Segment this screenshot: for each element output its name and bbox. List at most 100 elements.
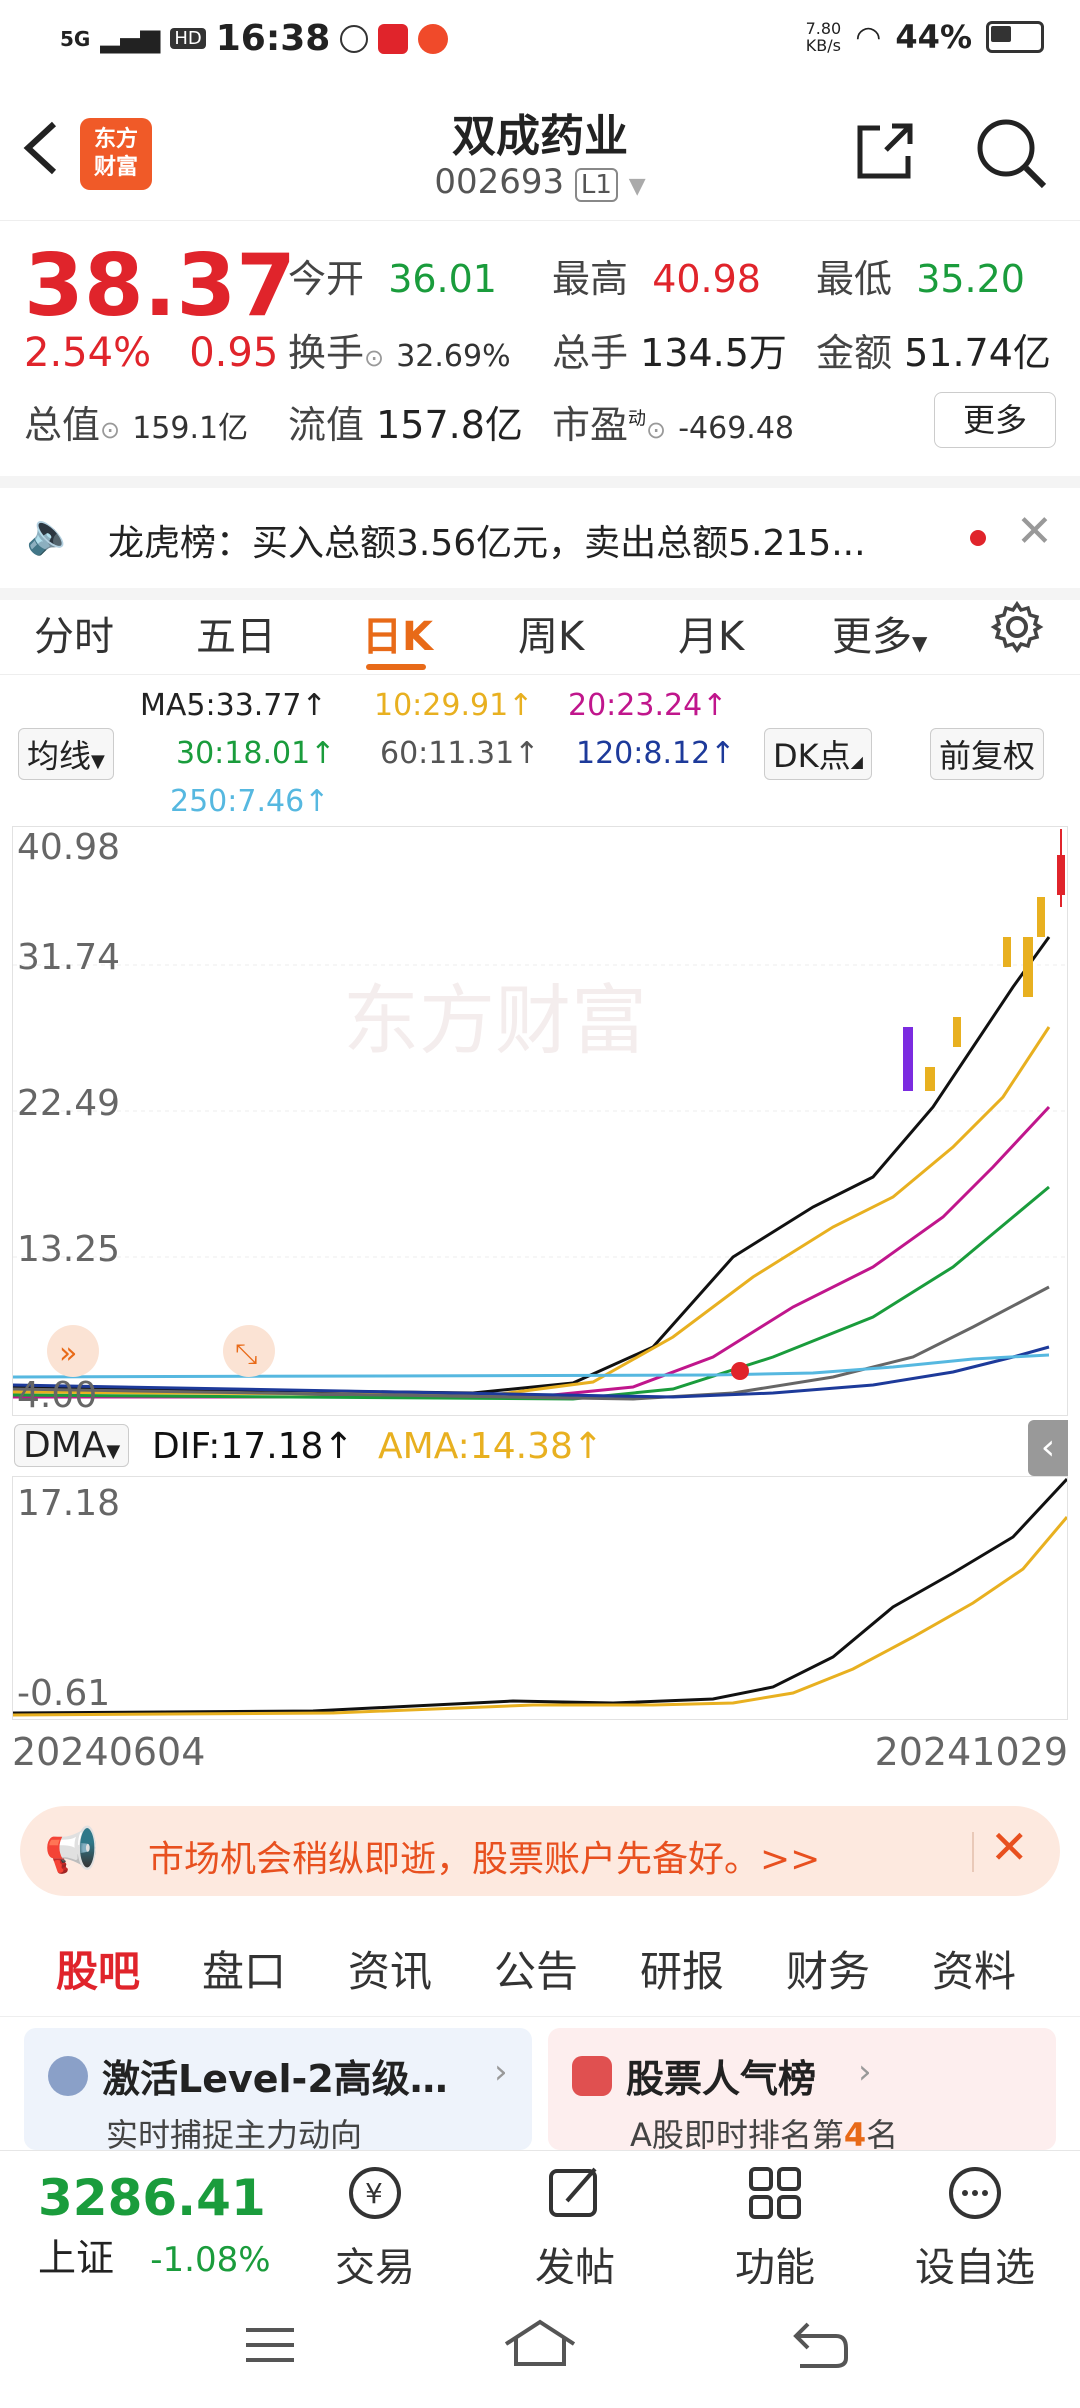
volume-field: 总手 134.5万 [552,331,787,375]
share-icon [857,123,913,179]
dma-axis-max: 17.18 [17,1483,121,1524]
tab-daily-k[interactable]: 日K [362,604,433,662]
gear-icon [990,600,1044,654]
back-nav-icon[interactable] [790,2320,850,2370]
adjust-selector[interactable]: 前复权 [930,728,1045,780]
promo-text: 市场机会稍纵即逝，股票账户先备好。>> [148,1839,821,1880]
promo-banner[interactable]: 📢 市场机会稍纵即逝，股票账户先备好。>> ✕ [20,1806,1060,1896]
change-percent: 2.54% [24,330,152,376]
chart-watermark: 东方财富 [343,976,647,1065]
tab-five-day[interactable]: 五日 [196,604,276,662]
change-value: 0.95 [189,330,279,376]
ma120-value: 120:8.12↑ [576,736,736,771]
unread-dot [970,530,986,546]
indicator-legend: DMA▼ DIF:17.18↑ AMA:14.38↑ ‹ [12,1420,1068,1476]
level2-icon [48,2056,88,2096]
kline-canvas: 东方财富 » ⤡ [13,829,1067,1401]
speaker-icon: 🔈 [26,511,76,557]
clock: 16:38 [215,18,331,59]
y-axis-label: 13.25 [17,1229,121,1270]
menu-icon[interactable] [240,2320,300,2370]
market-cap-field: 总值⊙ 159.1亿 [24,403,249,447]
ma-legend: MA5:33.77↑ 10:29.91↑ 20:23.24↑ 均线▼ 30:18… [0,684,1080,824]
level2-card[interactable]: 激活Level-2高级… › 实时捕捉主力动向 [24,2028,532,2154]
news-text: 龙虎榜：买入总额3.56亿元，卖出总额5.215... [108,523,866,564]
divider [972,1832,974,1872]
close-icon[interactable]: ✕ [1016,506,1053,557]
pe-field: 市盈动⊙ -469.48 [552,403,795,447]
tab-research[interactable]: 研报 [640,1938,724,1999]
ma10-value: 10:29.91↑ [374,688,534,723]
popularity-card[interactable]: 股票人气榜 › A股即时排名第4名 [548,2028,1056,2154]
megaphone-icon: 📢 [44,1825,99,1876]
candlesticks [731,829,1065,1380]
home-icon[interactable] [502,2316,578,2372]
open-field: 今开 36.01 [288,257,497,301]
info-icon: ⊙ [100,416,121,444]
signal-icon: ▂▄▆ [100,23,161,54]
corner-arrow-icon: ◢ [850,752,863,771]
tab-financials[interactable]: 财务 [786,1938,870,1999]
nav-post[interactable]: 发帖 [500,2161,650,2293]
ranking-icon [572,2056,612,2096]
network-type: 5G [60,26,91,51]
wifi-icon: ◠ [855,19,882,55]
amount-field: 金额 51.74亿 [816,331,1051,375]
tab-news[interactable]: 资讯 [348,1938,432,1999]
tab-announcements[interactable]: 公告 [494,1938,578,1999]
popularity-title: 股票人气榜 [626,2057,817,2101]
tab-profile[interactable]: 资料 [932,1938,1016,1999]
ma5-value: MA5:33.77↑ [140,688,327,723]
search-button[interactable] [974,116,1047,189]
index-quote[interactable]: 3286.41 上证 -1.08% [38,2169,298,2282]
dma-chart[interactable]: 17.18 -0.61 [12,1476,1068,1720]
zoom-controls[interactable]: » ⤡ [47,1325,275,1377]
dif-line [13,1477,1067,1715]
ama-value: AMA:14.38↑ [378,1426,604,1467]
kline-chart[interactable]: 东方财富 » ⤡ 40.98 31.74 22.49 13.25 4.00 [12,826,1068,1416]
chart-settings-button[interactable] [990,600,1044,664]
nav-trade[interactable]: ¥ 交易 [300,2161,450,2293]
close-icon[interactable]: ✕ [990,1820,1029,1874]
nav-add-watchlist[interactable]: 设自选 [900,2161,1050,2293]
svg-text:⤡: ⤡ [235,1337,257,1370]
content-tabs: 股吧 盘口 资讯 公告 研报 财务 资料 [0,1916,1080,2017]
tab-pankou[interactable]: 盘口 [202,1938,286,1999]
ma60-value: 60:11.31↑ [380,736,540,771]
dk-point-toggle[interactable]: DK点◢ [764,728,872,780]
float-cap-field: 流值 157.8亿 [288,403,523,447]
end-date: 20241029 [874,1730,1068,1774]
svg-text:¥: ¥ [365,2177,383,2210]
index-value: 3286.41 [38,2169,266,2227]
tab-intraday[interactable]: 分时 [34,604,114,662]
info-icon: ⊙ [646,416,667,444]
last-price: 38.37 [24,236,297,336]
nav-functions[interactable]: 功能 [700,2161,850,2293]
tab-guba[interactable]: 股吧 [56,1938,140,1999]
tab-more[interactable]: 更多▼ [832,604,927,662]
info-icon: ⊙ [364,344,385,372]
promo-cards: 激活Level-2高级… › 实时捕捉主力动向 股票人气榜 › A股即时排名第4… [0,2020,1080,2154]
y-axis-label: 31.74 [17,937,121,978]
hd-badge: HD [170,28,206,49]
chart-period-tabs: 分时 五日 日K 周K 月K 更多▼ [0,588,1080,675]
dma-canvas [13,1477,1067,1717]
indicator-selector[interactable]: DMA▼ [14,1424,130,1467]
stock-code: 002693 [434,162,565,202]
trade-icon: ¥ [349,2167,401,2219]
share-button[interactable] [850,116,920,186]
news-ticker[interactable]: 🔈 龙虎榜：买入总额3.56亿元，卖出总额5.215... ✕ [0,476,1080,600]
level2-title: 激活Level-2高级… [102,2057,448,2101]
y-axis-label-min: 4.00 [17,1375,98,1416]
bottom-nav: 3286.41 上证 -1.08% ¥ 交易 发帖 功能 设自选 [0,2150,1080,2291]
more-quote-button[interactable]: 更多 [934,392,1056,448]
caret-down-icon: ▼ [91,751,105,772]
battery-percent: 44% [895,18,972,56]
ma-type-selector[interactable]: 均线▼ [18,728,114,780]
tab-monthly-k[interactable]: 月K [678,604,744,662]
status-bar: 5G ▂▄▆ HD 16:38 7.80 KB/s ◠ 44% [0,0,1080,80]
more-dots-icon [949,2167,1001,2219]
collapse-panel-button[interactable]: ‹ [1028,1420,1068,1476]
date-axis: 20240604 20241029 [12,1730,1068,1780]
tab-weekly-k[interactable]: 周K [518,604,584,662]
